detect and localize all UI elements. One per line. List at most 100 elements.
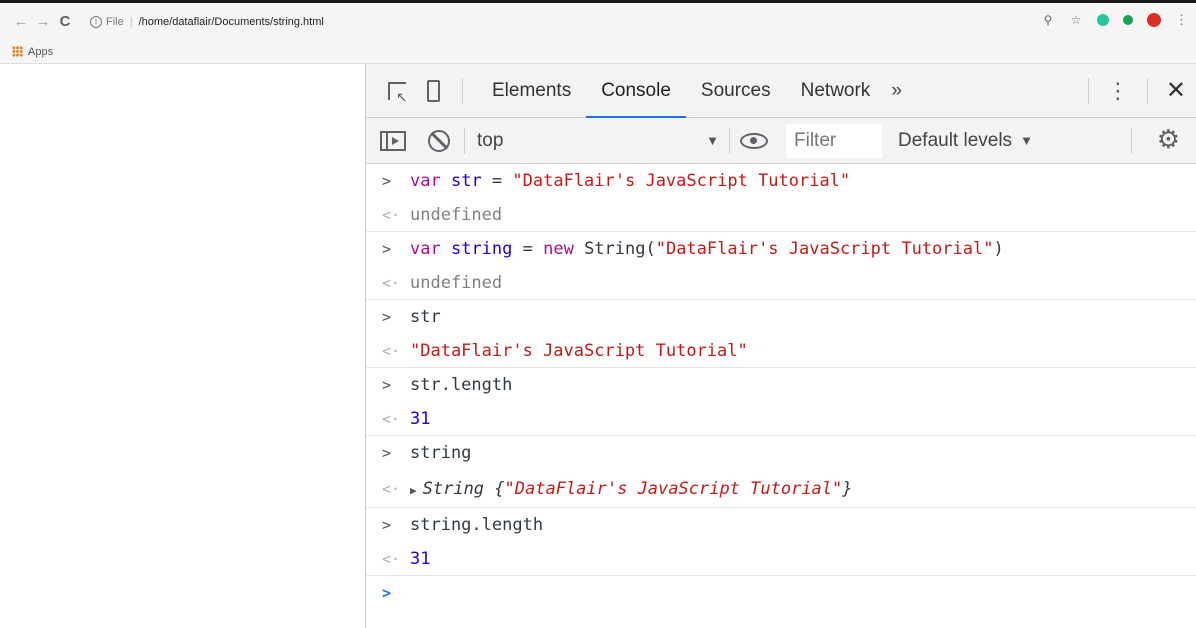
console-sidebar-icon[interactable] (380, 130, 406, 151)
browser-menu-icon[interactable]: ⋮ (1175, 12, 1188, 28)
object-prefix: String { (422, 478, 505, 499)
bookmark-star-icon[interactable]: ☆ (1069, 13, 1083, 27)
console-output-row: <· undefined (366, 198, 1196, 232)
bookmark-apps[interactable]: Apps (28, 46, 53, 58)
reload-icon[interactable]: C (54, 13, 76, 30)
log-levels-dropdown[interactable]: Default levels ▼ (898, 130, 1033, 152)
browser-toolbar: ← → C i File | /home/dataflair/Documents… (0, 0, 1196, 40)
code-variable: str (450, 171, 482, 191)
extension-icon[interactable] (1097, 14, 1109, 26)
more-tabs-icon[interactable]: » (891, 80, 902, 102)
console-output-row: <· 31 (366, 542, 1196, 576)
input-prompt-icon: > (382, 516, 392, 534)
expand-triangle-icon[interactable]: ▶ (410, 484, 417, 497)
divider (1131, 128, 1132, 154)
console-input-row: > str.length (366, 368, 1196, 402)
url-text[interactable]: /home/dataflair/Documents/string.html (139, 16, 324, 28)
input-prompt-icon: > (382, 172, 392, 190)
input-prompt-icon: > (382, 308, 392, 326)
devtools-window-controls: ⋮ ✕ (1087, 78, 1186, 104)
code-keyword: new (543, 239, 574, 259)
input-prompt-icon: > (382, 240, 392, 258)
extension-icon[interactable] (1123, 15, 1133, 25)
code-operator: = (481, 171, 513, 191)
tab-console[interactable]: Console (586, 64, 686, 118)
tab-elements[interactable]: Elements (477, 64, 586, 118)
zoom-icon[interactable]: ⚲ (1041, 13, 1055, 27)
console-output-row: <· ▶ String {"DataFlair's JavaScript Tuto… (366, 470, 1196, 508)
page-viewport (0, 64, 365, 628)
console-toolbar: top ▼ Default levels ▼ ⚙ (366, 118, 1196, 164)
inspect-element-icon[interactable]: ↖ (384, 78, 410, 105)
browser-actions: ⚲ ☆ ⋮ (1041, 12, 1188, 28)
console-input-row: > str (366, 300, 1196, 334)
console-output[interactable]: > var str = "DataFlair's JavaScript Tuto… (366, 164, 1196, 610)
divider (464, 127, 465, 154)
output-prompt-icon: <· (382, 409, 401, 428)
context-selector[interactable]: top ▼ (477, 130, 729, 152)
output-prompt-icon: <· (382, 205, 401, 224)
address-bar[interactable]: i File | /home/dataflair/Documents/strin… (90, 10, 324, 34)
device-toolbar-icon[interactable] (420, 78, 446, 104)
divider (1087, 78, 1089, 104)
url-separator: | (129, 15, 133, 28)
divider (729, 127, 730, 154)
context-value: top (477, 129, 504, 151)
console-input-row: > string.length (366, 508, 1196, 542)
console-output-row: <· "DataFlair's JavaScript Tutorial" (366, 334, 1196, 368)
gear-icon[interactable]: ⚙ (1157, 126, 1180, 152)
code-string: "DataFlair's JavaScript Tutorial" (655, 239, 994, 259)
object-suffix: } (842, 478, 853, 499)
object-string: "DataFlair's JavaScript Tutorial" (504, 478, 843, 499)
output-prompt-icon: <· (382, 479, 401, 498)
output-value: 31 (410, 408, 431, 429)
code-input: str.length (410, 375, 513, 395)
code-paren: ) (993, 239, 1004, 259)
devtools-panel: ↖ Elements Console Sources Network » ⋮ ✕… (365, 64, 1196, 628)
code-keyword: var (410, 171, 441, 191)
object-preview[interactable]: ▶ String {"DataFlair's JavaScript Tutoria… (410, 479, 853, 499)
apps-grid-icon[interactable] (12, 46, 23, 57)
console-input-row: > string (366, 436, 1196, 470)
forward-icon[interactable]: → (32, 13, 54, 30)
code-variable: string (450, 239, 513, 259)
output-prompt-icon: <· (382, 273, 401, 292)
output-prompt-icon: <· (382, 341, 401, 360)
code-input: str (410, 307, 441, 327)
bookmarks-bar: Apps (0, 40, 1196, 64)
output-prompt-icon: <· (382, 549, 401, 568)
divider (462, 77, 463, 104)
output-value: undefined (410, 204, 503, 225)
divider (1146, 78, 1148, 104)
url-scheme: File (106, 15, 124, 28)
info-icon[interactable]: i (90, 15, 102, 28)
input-prompt-icon: > (382, 444, 392, 462)
code-input: string.length (410, 515, 544, 535)
tab-network[interactable]: Network (786, 64, 886, 118)
input-prompt-icon: > (382, 376, 392, 394)
devtools-tab-bar: ↖ Elements Console Sources Network » ⋮ ✕ (366, 64, 1196, 118)
console-input-row: > var string = new String("DataFlair's J… (366, 232, 1196, 266)
profile-avatar[interactable] (1147, 13, 1161, 27)
code-string: "DataFlair's JavaScript Tutorial" (512, 171, 851, 191)
clear-console-icon[interactable] (428, 129, 450, 152)
output-value: undefined (410, 272, 503, 293)
chevron-down-icon: ▼ (706, 133, 719, 148)
chevron-down-icon: ▼ (1020, 133, 1033, 148)
live-expression-eye-icon[interactable] (740, 132, 768, 149)
tab-sources[interactable]: Sources (686, 64, 786, 118)
active-prompt-icon[interactable]: > (382, 584, 410, 602)
close-devtools-icon[interactable]: ✕ (1166, 79, 1186, 103)
code-operator: = (512, 239, 544, 259)
console-input-row: > var str = "DataFlair's JavaScript Tuto… (366, 164, 1196, 198)
log-levels-label: Default levels (898, 129, 1013, 151)
output-value: 31 (410, 548, 431, 569)
output-value: "DataFlair's JavaScript Tutorial" (410, 340, 748, 361)
console-prompt-row[interactable]: > (366, 576, 1196, 610)
back-icon[interactable]: ← (10, 13, 32, 30)
code-call: String( (573, 239, 656, 259)
filter-input[interactable] (786, 123, 882, 158)
console-output-row: <· 31 (366, 402, 1196, 436)
customize-menu-icon[interactable]: ⋮ (1107, 80, 1129, 102)
code-input: string (410, 443, 472, 463)
